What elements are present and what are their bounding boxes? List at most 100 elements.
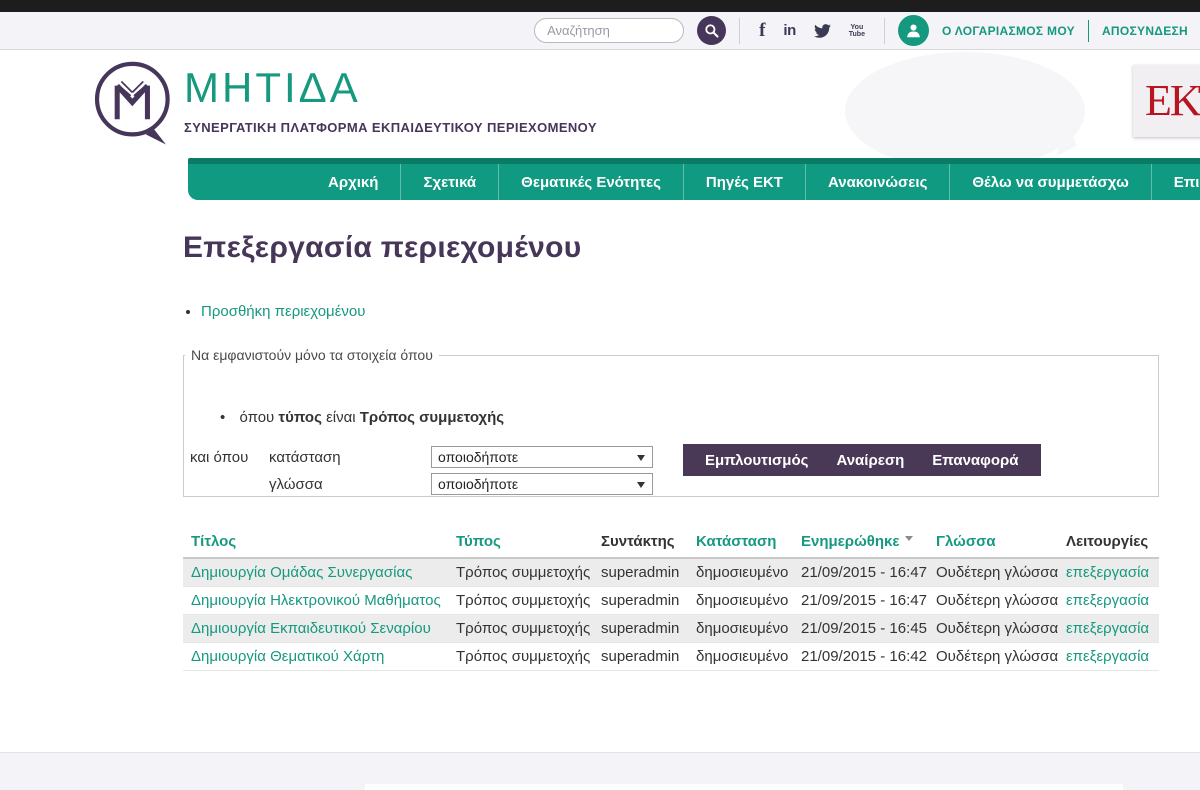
nav-item-ekt-sources[interactable]: Πηγές ΕΚΤ — [683, 164, 805, 200]
undo-button[interactable]: Αναίρεση — [822, 452, 918, 469]
page: f in You Tube Ο ΛΟΓΑΡΙΑΣΜΟΣ ΜΟΥ ΑΠΟΣΥΝΔΕ… — [0, 0, 1200, 790]
edit-link[interactable]: επεξεργασία — [1066, 648, 1149, 665]
column-header-language[interactable]: Γλώσσα — [936, 533, 996, 550]
cell-updated: 21/09/2015 - 16:47 — [793, 587, 928, 615]
list-item: Προσθήκη περιεχομένου — [201, 303, 1159, 320]
status-label: κατάσταση — [269, 449, 431, 466]
status-select[interactable]: οποιοδήποτε — [431, 446, 653, 468]
filter-buttons-bar: Εμπλουτισμός Αναίρεση Επαναφορά — [683, 444, 1041, 476]
brand-header: ΜΗΤΙΔΑ ΣΥΝΕΡΓΑΤΙΚΗ ΠΛΑΤΦΟΡΜΑ ΕΚΠΑΙΔΕΥΤΙΚ… — [0, 50, 1200, 158]
metida-logo-icon[interactable] — [92, 58, 176, 152]
search-wrap — [534, 18, 684, 43]
ekt-logo[interactable]: ΕΚΤ — [1133, 65, 1200, 137]
cell-author: superadmin — [593, 558, 688, 587]
facebook-icon[interactable]: f — [759, 20, 765, 42]
cell-type: Τρόπος συμμετοχής — [448, 558, 593, 587]
divider — [739, 18, 740, 44]
edit-link[interactable]: επεξεργασία — [1066, 564, 1149, 581]
language-select[interactable]: οποιοδήποτε — [431, 473, 653, 495]
content-table: Τίτλος Τύπος Συντάκτης Κατάσταση Ενημερώ… — [183, 526, 1159, 671]
logout-link[interactable]: ΑΠΟΣΥΝΔΕΣΗ — [1102, 24, 1188, 38]
table-row: Δημιουργία Εκπαιδευτικού Σεναρίου Τρόπος… — [183, 615, 1159, 643]
and-where-label: και όπου — [190, 449, 269, 466]
language-filter-row: γλώσσα οποιοδήποτε — [190, 473, 653, 495]
cell-language: Ουδέτερη γλώσσα — [928, 558, 1058, 587]
speech-bubble-decoration — [845, 52, 1085, 170]
cell-author: superadmin — [593, 615, 688, 643]
content-title-link[interactable]: Δημιουργία Ηλεκτρονικού Μαθήματος — [191, 592, 441, 609]
cell-status: δημοσιευμένο — [688, 558, 793, 587]
nav-item-contact[interactable]: Επικοινωνία — [1151, 164, 1200, 200]
column-header-type[interactable]: Τύπος — [456, 533, 501, 550]
linkedin-icon[interactable]: in — [783, 22, 795, 39]
filters-fieldset: Να εμφανιστούν μόνο τα στοιχεία όπου όπο… — [183, 347, 1159, 497]
column-header-updated[interactable]: Ενημερώθηκε — [801, 533, 900, 550]
divider — [884, 18, 885, 44]
cell-language: Ουδέτερη γλώσσα — [928, 615, 1058, 643]
edit-link[interactable]: επεξεργασία — [1066, 620, 1149, 637]
nav-item-participate[interactable]: Θέλω να συμμετάσχω — [949, 164, 1150, 200]
brand-name[interactable]: ΜΗΤΙΔΑ — [184, 64, 597, 112]
content-title-link[interactable]: Δημιουργία Θεματικού Χάρτη — [191, 648, 384, 665]
active-filter-rule: όπου τύπος είναι Τρόπος συμμετοχής — [220, 409, 504, 426]
table-header-row: Τίτλος Τύπος Συντάκτης Κατάσταση Ενημερώ… — [183, 526, 1159, 558]
cell-type: Τρόπος συμμετοχής — [448, 587, 593, 615]
search-icon — [704, 23, 719, 38]
nav-item-home[interactable]: Αρχική — [306, 164, 400, 200]
reset-button[interactable]: Επαναφορά — [918, 452, 1032, 469]
twitter-icon[interactable] — [814, 24, 831, 38]
enrich-button[interactable]: Εμπλουτισμός — [691, 452, 822, 469]
action-links: Προσθήκη περιεχομένου — [183, 303, 1159, 320]
ekt-logo-text: ΕΚΤ — [1145, 79, 1200, 123]
filters-legend: Να εμφανιστούν μόνο τα στοιχεία όπου — [185, 347, 439, 363]
search-button[interactable] — [697, 16, 726, 45]
cell-type: Τρόπος συμμετοχής — [448, 643, 593, 671]
cell-updated: 21/09/2015 - 16:45 — [793, 615, 928, 643]
social-links: f in You Tube — [759, 20, 865, 42]
cell-type: Τρόπος συμμετοχής — [448, 615, 593, 643]
language-select-value: οποιοδήποτε — [438, 476, 518, 492]
my-account-link[interactable]: Ο ΛΟΓΑΡΙΑΣΜΟΣ ΜΟΥ — [942, 24, 1075, 38]
rule-field: τύπος — [278, 409, 321, 426]
cell-language: Ουδέτερη γλώσσα — [928, 587, 1058, 615]
youtube-icon[interactable]: You Tube — [849, 24, 865, 38]
column-header-author: Συντάκτης — [593, 526, 688, 558]
nav-item-about[interactable]: Σχετικά — [400, 164, 498, 200]
cell-language: Ουδέτερη γλώσσα — [928, 643, 1058, 671]
rule-prefix: όπου — [239, 409, 274, 426]
column-header-operations: Λειτουργίες — [1058, 526, 1159, 558]
nav-item-thematic-units[interactable]: Θεματικές Ενότητες — [498, 164, 683, 200]
rule-verb: είναι — [326, 409, 356, 426]
column-header-status[interactable]: Κατάσταση — [696, 533, 776, 550]
user-avatar-icon[interactable] — [898, 15, 929, 46]
cell-author: superadmin — [593, 587, 688, 615]
rule-value: Τρόπος συμμετοχής — [360, 409, 504, 426]
edit-link[interactable]: επεξεργασία — [1066, 592, 1149, 609]
cell-status: δημοσιευμένο — [688, 615, 793, 643]
youtube-text-bottom: Tube — [849, 31, 865, 38]
nav-item-announcements[interactable]: Ανακοινώσεις — [805, 164, 949, 200]
cell-status: δημοσιευμένο — [688, 587, 793, 615]
add-content-link[interactable]: Προσθήκη περιεχομένου — [201, 303, 365, 320]
cell-status: δημοσιευμένο — [688, 643, 793, 671]
sort-desc-icon — [905, 536, 913, 545]
cell-updated: 21/09/2015 - 16:47 — [793, 558, 928, 587]
cell-author: superadmin — [593, 643, 688, 671]
status-filter-row: και όπου κατάσταση οποιοδήποτε — [190, 446, 653, 468]
main-content: Επεξεργασία περιεχομένου Προσθήκη περιεχ… — [0, 200, 1200, 752]
brand-text: ΜΗΤΙΔΑ ΣΥΝΕΡΓΑΤΙΚΗ ΠΛΑΤΦΟΡΜΑ ΕΚΠΑΙΔΕΥΤΙΚ… — [184, 64, 597, 135]
utility-bar: f in You Tube Ο ΛΟΓΑΡΙΑΣΜΟΣ ΜΟΥ ΑΠΟΣΥΝΔΕ… — [0, 12, 1200, 50]
search-input[interactable] — [534, 18, 684, 43]
content-title-link[interactable]: Δημιουργία Εκπαιδευτικού Σεναρίου — [191, 620, 431, 637]
table-row: Δημιουργία Θεματικού Χάρτη Τρόπος συμμετ… — [183, 643, 1159, 671]
table-row: Δημιουργία Ομάδας Συνεργασίας Τρόπος συμ… — [183, 558, 1159, 587]
language-label: γλώσσα — [269, 476, 431, 493]
content-title-link[interactable]: Δημιουργία Ομάδας Συνεργασίας — [191, 564, 412, 581]
youtube-text-top: You — [851, 24, 864, 31]
top-black-strip — [0, 0, 1200, 12]
table-row: Δημιουργία Ηλεκτρονικού Μαθήματος Τρόπος… — [183, 587, 1159, 615]
brand-tagline: ΣΥΝΕΡΓΑΤΙΚΗ ΠΛΑΤΦΟΡΜΑ ΕΚΠΑΙΔΕΥΤΙΚΟΥ ΠΕΡΙ… — [184, 120, 597, 135]
footer-content-peek — [365, 784, 1123, 790]
page-title: Επεξεργασία περιεχομένου — [183, 231, 1159, 265]
column-header-title[interactable]: Τίτλος — [191, 533, 236, 550]
